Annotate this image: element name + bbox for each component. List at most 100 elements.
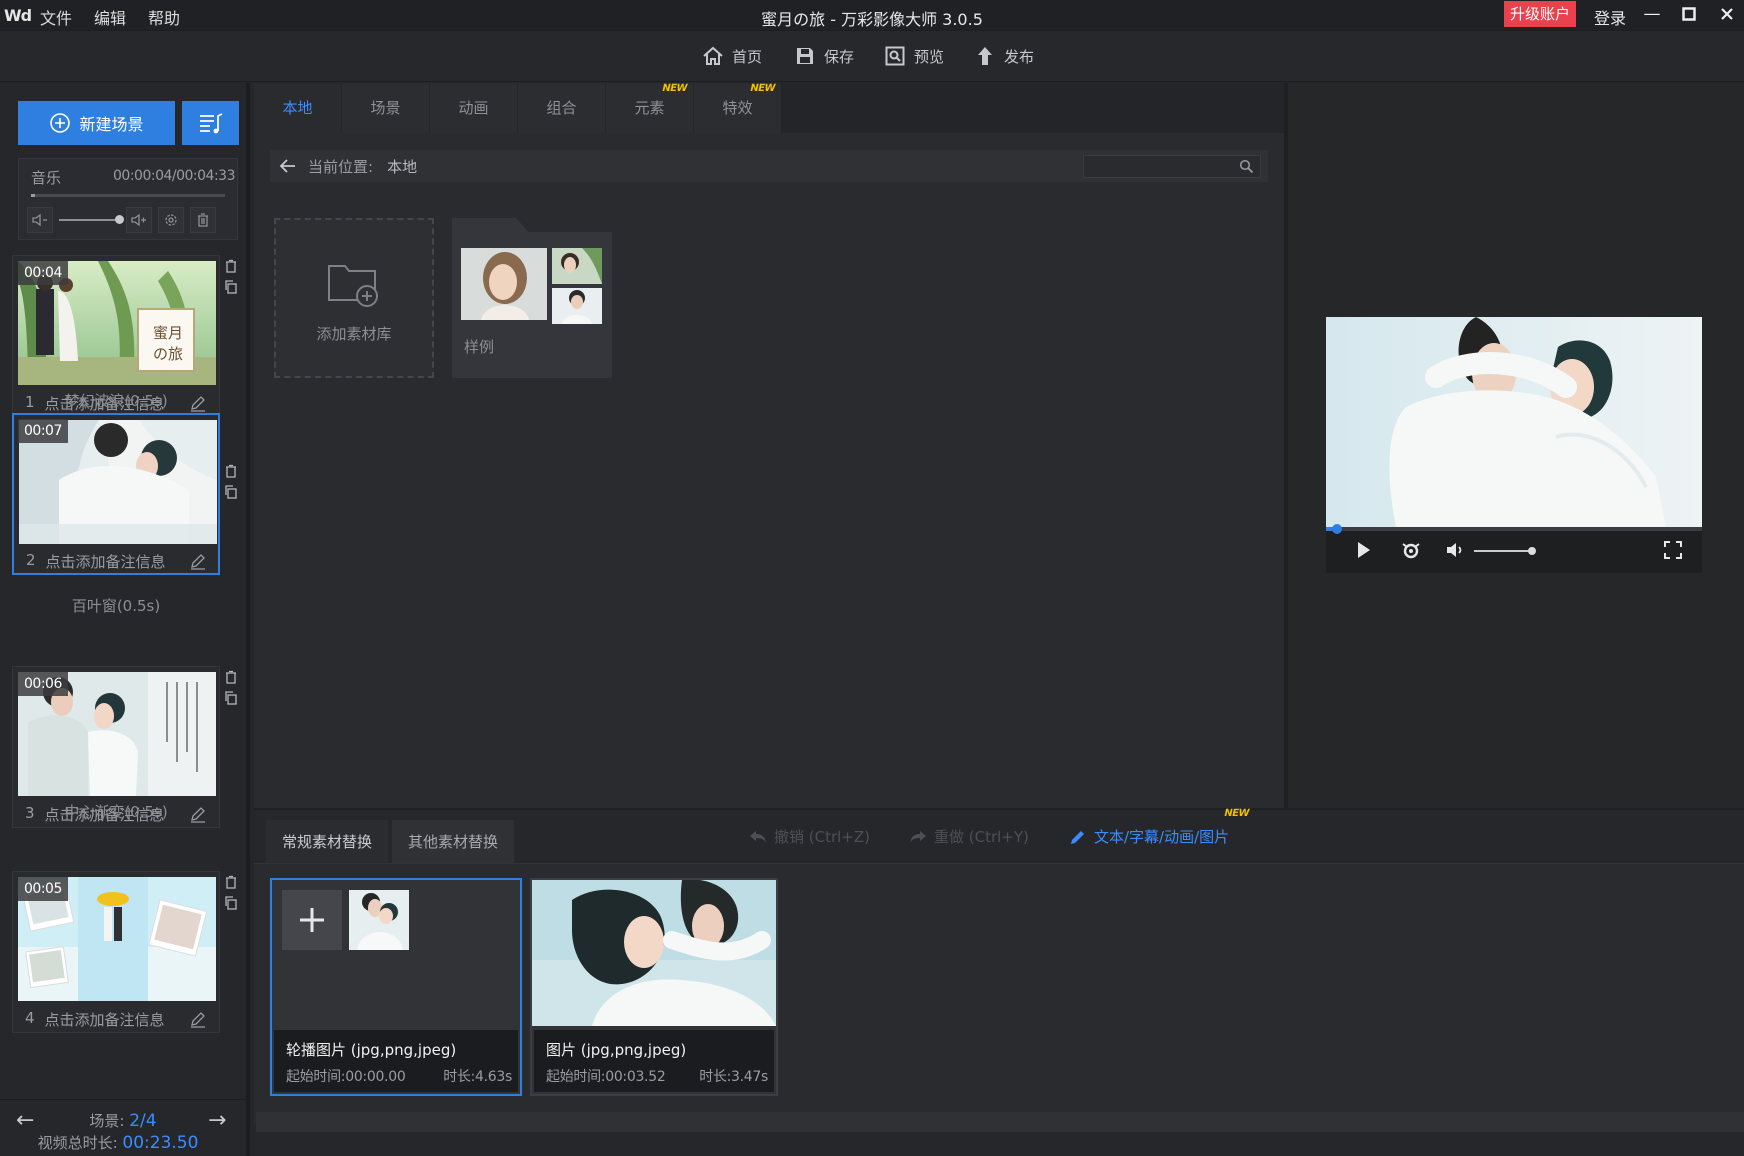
tab-local[interactable]: 本地 xyxy=(254,83,341,133)
asset-library: 本地 场景 动画 组合 元素 NEW 特效 NEW 当前位置: 本地 添加素材库 xyxy=(254,83,1284,808)
publish-label: 发布 xyxy=(1004,47,1035,66)
pencil-icon[interactable] xyxy=(189,1010,207,1028)
path-label: 当前位置: xyxy=(308,157,374,176)
tab-label: 特效 xyxy=(722,99,753,117)
tab-regular-replace[interactable]: 常规素材替换 xyxy=(266,820,389,864)
arrow-right-icon[interactable]: → xyxy=(208,1108,226,1133)
menu-edit[interactable]: 编辑 xyxy=(94,5,126,29)
music-time: 00:00:04/00:04:33 xyxy=(113,168,235,184)
fullscreen-icon[interactable] xyxy=(1662,539,1684,561)
publish-button[interactable]: 发布 xyxy=(974,45,1034,67)
undo-label: 撤销 (Ctrl+Z) xyxy=(774,828,871,846)
tab-combination[interactable]: 组合 xyxy=(518,83,605,133)
horizontal-scrollbar[interactable] xyxy=(256,1112,1744,1132)
scene-actions xyxy=(224,258,240,300)
play-icon[interactable] xyxy=(1352,539,1374,561)
image-slot[interactable]: 图片 (jpg,png,jpeg) 起始时间:00:03.52 时长:3.47s xyxy=(530,878,778,1096)
tab-other-replace[interactable]: 其他素材替换 xyxy=(392,820,515,864)
music-list-icon xyxy=(199,113,222,134)
new-scene-button[interactable]: 新建场景 xyxy=(18,101,175,145)
menu-help[interactable]: 帮助 xyxy=(148,5,180,29)
library-search-input[interactable] xyxy=(1083,155,1261,178)
home-button[interactable]: 首页 xyxy=(702,45,762,67)
menu-file[interactable]: 文件 xyxy=(40,5,72,29)
maximize-button[interactable] xyxy=(1676,2,1702,26)
text-replace-link[interactable]: 文本/字幕/动画/图片 xyxy=(1068,826,1229,847)
scene-note[interactable]: 点击添加备注信息 xyxy=(45,1009,165,1030)
scene-counter-label: 场景: xyxy=(89,1112,125,1130)
trash-icon[interactable] xyxy=(224,874,238,889)
copy-icon[interactable] xyxy=(224,690,238,705)
video-player xyxy=(1326,317,1702,573)
copy-icon[interactable] xyxy=(224,279,238,294)
login-button[interactable]: 登录 xyxy=(1594,5,1626,29)
upgrade-account-button[interactable]: 升级账户 xyxy=(1504,1,1576,27)
copy-icon[interactable] xyxy=(224,895,238,910)
scene-list-button[interactable] xyxy=(182,101,239,145)
pencil-icon[interactable] xyxy=(189,552,207,570)
tab-elements[interactable]: 元素 NEW xyxy=(606,83,693,133)
tab-label: 场景 xyxy=(370,99,401,117)
music-progress[interactable] xyxy=(31,194,225,197)
menu-bar: 文件 编辑 帮助 xyxy=(40,5,180,29)
slot-thumbnail[interactable] xyxy=(349,890,409,950)
volume-handle[interactable] xyxy=(115,215,125,224)
arrow-left-icon[interactable] xyxy=(278,156,298,176)
folder-thumbnail xyxy=(552,288,602,324)
search-icon[interactable] xyxy=(1239,159,1254,174)
preview-panel xyxy=(1288,83,1744,808)
music-volume-slider[interactable] xyxy=(59,215,125,224)
trash-icon[interactable] xyxy=(224,258,238,273)
playback-handle[interactable] xyxy=(1331,524,1342,534)
main-toolbar: 首页 保存 预览 发布 xyxy=(0,30,1744,82)
close-button[interactable] xyxy=(1714,2,1740,26)
preview-button[interactable]: 预览 xyxy=(884,45,944,67)
path-current[interactable]: 本地 xyxy=(387,156,417,177)
tab-label: 本地 xyxy=(282,99,313,117)
folder-thumbnail xyxy=(552,248,602,284)
minimize-button[interactable]: — xyxy=(1639,2,1665,26)
trash-icon[interactable] xyxy=(224,463,238,478)
add-image-button[interactable] xyxy=(282,890,342,950)
scene-actions xyxy=(224,463,240,505)
volume-up-icon[interactable] xyxy=(126,207,153,233)
text-replace-label: 文本/字幕/动画/图片 xyxy=(1094,828,1230,846)
redo-button[interactable]: 重做 (Ctrl+Y) xyxy=(908,826,1029,847)
volume-icon[interactable] xyxy=(1444,539,1466,561)
add-library-button[interactable]: 添加素材库 xyxy=(274,218,434,378)
tab-animation[interactable]: 动画 xyxy=(430,83,517,133)
plus-circle-icon xyxy=(50,113,71,133)
maximize-icon xyxy=(1682,7,1696,21)
undo-button[interactable]: 撤销 (Ctrl+Z) xyxy=(748,826,870,847)
tab-scenes[interactable]: 场景 xyxy=(342,83,429,133)
transition-label[interactable]: 中心渐变(0.5s) xyxy=(0,801,232,822)
new-badge: NEW xyxy=(1222,808,1251,819)
playback-progress[interactable] xyxy=(1326,524,1702,534)
scene-card-4[interactable]: 00:05 4 点击添加备注信息 xyxy=(12,871,220,1033)
volume-down-icon[interactable] xyxy=(27,207,53,233)
app-window: Wd 文件 编辑 帮助 蜜月の旅 - 万彩影像大师 3.0.5 升级账户 登录 … xyxy=(0,0,1744,1156)
tab-effects[interactable]: 特效 NEW xyxy=(694,83,781,133)
scene-panel: 新建场景 音乐 00:00:04/00:04:33 蜜月 の旅 00:04 1 … xyxy=(0,83,250,1156)
trash-icon[interactable] xyxy=(224,669,238,684)
copy-icon[interactable] xyxy=(224,484,238,499)
title-bar: Wd 文件 编辑 帮助 蜜月の旅 - 万彩影像大师 3.0.5 升级账户 登录 … xyxy=(0,0,1744,30)
player-volume-slider[interactable] xyxy=(1474,547,1536,555)
volume-handle[interactable] xyxy=(1527,547,1536,555)
library-tabs: 本地 场景 动画 组合 元素 NEW 特效 NEW xyxy=(254,83,1284,133)
carousel-image-slot[interactable]: 轮播图片 (jpg,png,jpeg) 起始时间:00:00.00 时长:4.6… xyxy=(270,878,522,1096)
slot-duration: 时长:3.47s xyxy=(699,1069,768,1085)
add-library-label: 添加素材库 xyxy=(316,325,392,343)
transition-label[interactable]: 百叶窗(0.5s) xyxy=(0,595,232,616)
transition-label[interactable]: 梦幻波浪(0.5s) xyxy=(0,390,232,411)
scene-card-2[interactable]: 00:07 2 点击添加备注信息 xyxy=(12,413,220,575)
scene-duration: 00:07 xyxy=(18,419,68,443)
sample-folder[interactable]: 样例 xyxy=(452,218,612,378)
path-bar: 当前位置: 本地 xyxy=(270,150,1268,182)
trash-icon[interactable] xyxy=(190,207,217,233)
redo-icon xyxy=(910,830,926,843)
gear-icon[interactable] xyxy=(158,207,185,233)
replay-icon[interactable] xyxy=(1400,539,1422,561)
scene-note[interactable]: 点击添加备注信息 xyxy=(46,551,166,572)
save-button[interactable]: 保存 xyxy=(794,45,854,67)
